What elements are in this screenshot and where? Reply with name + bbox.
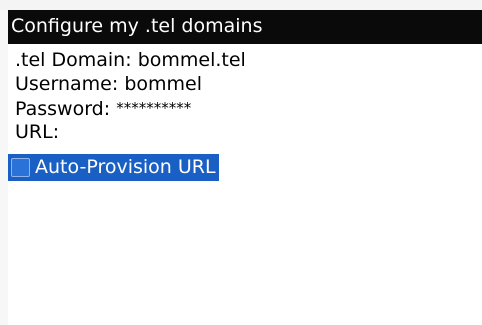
title-bar: Configure my .tel domains [8, 10, 482, 44]
domain-label: .tel Domain: [15, 49, 132, 71]
config-form: .tel Domain: bommel.tel Username: bommel… [15, 48, 475, 144]
screen: Configure my .tel domains .tel Domain: b… [0, 0, 482, 325]
screen-title: Configure my .tel domains [11, 15, 263, 37]
auto-provision-label: Auto-Provision URL [35, 156, 216, 178]
password-row: Password: ********** [15, 96, 475, 120]
auto-provision-option[interactable]: Auto-Provision URL [8, 154, 219, 181]
top-strip [0, 0, 482, 10]
url-label: URL: [15, 121, 60, 143]
username-label: Username: [15, 73, 119, 95]
domain-row: .tel Domain: bommel.tel [15, 48, 475, 72]
left-edge [0, 10, 8, 325]
username-value[interactable]: bommel [124, 73, 202, 95]
domain-value[interactable]: bommel.tel [138, 49, 246, 71]
auto-provision-checkbox[interactable] [11, 158, 30, 177]
password-label: Password: [15, 98, 111, 120]
username-row: Username: bommel [15, 72, 475, 96]
url-row: URL: [15, 120, 475, 144]
password-value[interactable]: ********** [116, 99, 191, 117]
